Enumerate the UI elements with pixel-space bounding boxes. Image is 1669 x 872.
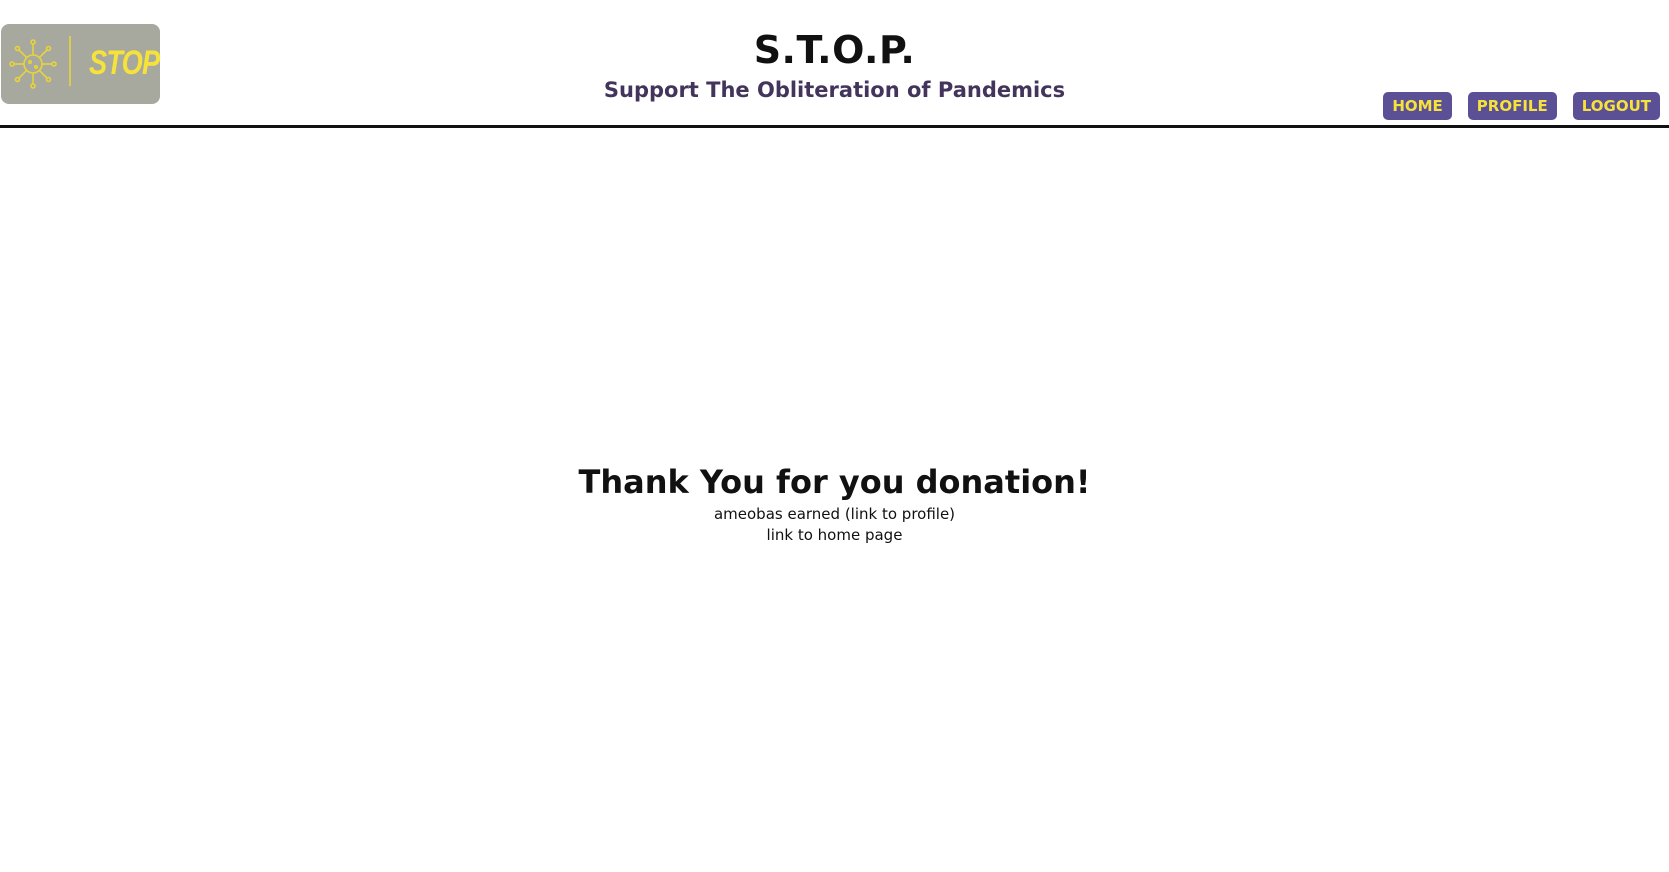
home-page-link-text: link to home page [766,526,903,544]
thank-you-heading: Thank You for you donation! [578,463,1091,501]
site-header: STOP S.T.O.P. Support The Obliteration o… [0,0,1669,128]
page: STOP S.T.O.P. Support The Obliteration o… [0,0,1669,872]
nav-home-button[interactable]: HOME [1383,92,1452,120]
donation-confirmation: Thank You for you donation! ameobas earn… [0,460,1669,546]
nav-logout-button[interactable]: LOGOUT [1572,92,1660,120]
nav-profile-button[interactable]: PROFILE [1467,92,1557,120]
site-title: S.T.O.P. [753,28,916,72]
main-nav: HOME PROFILE LOGOUT [1383,92,1660,120]
ameobas-earned-text: ameobas earned (link to profile) [713,505,956,523]
